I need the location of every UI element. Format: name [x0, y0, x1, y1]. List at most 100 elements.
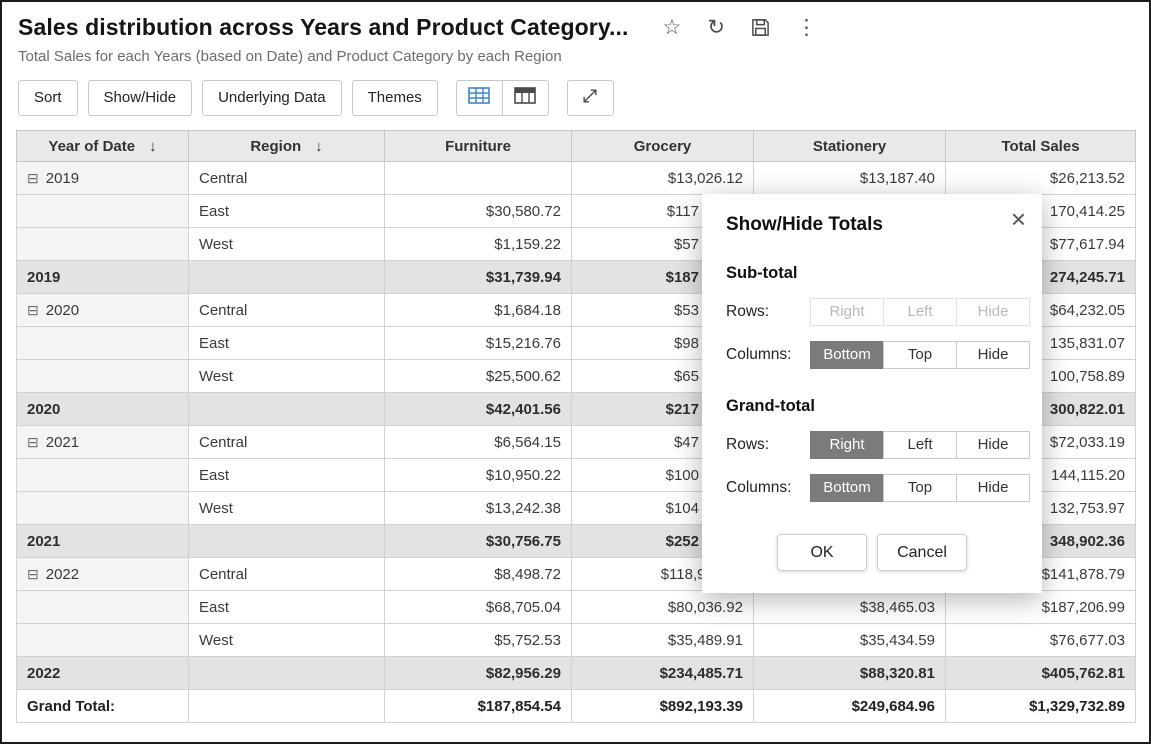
sub-total-columns-top-button[interactable]: Top: [883, 341, 957, 369]
collapse-group-icon[interactable]: ⊟: [27, 170, 39, 186]
cell-furniture[interactable]: $15,216.76: [385, 327, 572, 360]
cell-year[interactable]: 2019: [17, 261, 189, 294]
cell-region[interactable]: East: [189, 591, 385, 624]
sub-total-columns-bottom-button[interactable]: Bottom: [810, 341, 884, 369]
cell-furniture[interactable]: $5,752.53: [385, 624, 572, 657]
cell-region: [189, 393, 385, 426]
more-options-icon[interactable]: ⋮: [796, 17, 817, 38]
cell-year[interactable]: ⊟ 2020: [17, 294, 189, 327]
cell-total-sales[interactable]: $76,677.03: [946, 624, 1136, 657]
cell-region: [189, 525, 385, 558]
cell-stationery[interactable]: $13,187.40: [754, 162, 946, 195]
grand-total-columns-hide-button[interactable]: Hide: [956, 474, 1030, 502]
cell-year[interactable]: Grand Total:: [17, 690, 189, 723]
cell-stationery[interactable]: $35,434.59: [754, 624, 946, 657]
sort-desc-icon[interactable]: ↓: [149, 138, 157, 155]
cell-year[interactable]: ⊟2021: [17, 426, 189, 459]
cell-region[interactable]: Central: [189, 558, 385, 591]
grand-total-columns-bottom-button[interactable]: Bottom: [810, 474, 884, 502]
grand-total-rows-right-button[interactable]: Right: [810, 431, 884, 459]
cell-furniture[interactable]: $6,564.15: [385, 426, 572, 459]
cell-region[interactable]: Central: [189, 162, 385, 195]
cell-year: [17, 591, 189, 624]
column-header-grocery[interactable]: Grocery: [572, 131, 754, 162]
cell-region[interactable]: West: [189, 624, 385, 657]
cell-region[interactable]: East: [189, 459, 385, 492]
sub-total-columns-hide-button[interactable]: Hide: [956, 341, 1030, 369]
cell-furniture[interactable]: $13,242.38: [385, 492, 572, 525]
cell-furniture[interactable]: $187,854.54: [385, 690, 572, 723]
underlying-data-button[interactable]: Underlying Data: [202, 80, 342, 116]
cell-year[interactable]: 2020: [17, 393, 189, 426]
cell-stationery[interactable]: $88,320.81: [754, 657, 946, 690]
cell-furniture[interactable]: $82,956.29: [385, 657, 572, 690]
cell-region[interactable]: East: [189, 327, 385, 360]
grand-total-columns-top-button[interactable]: Top: [883, 474, 957, 502]
cell-total-sales[interactable]: $26,213.52: [946, 162, 1136, 195]
column-header-furniture[interactable]: Furniture: [385, 131, 572, 162]
cell-total-sales[interactable]: $187,206.99: [946, 591, 1136, 624]
close-icon[interactable]: ×: [1011, 206, 1026, 232]
toolbar: Sort Show/Hide Underlying Data Themes: [18, 80, 1133, 116]
cell-furniture[interactable]: $31,739.94: [385, 261, 572, 294]
collapse-all-button[interactable]: [567, 80, 614, 116]
grid-view-button[interactable]: [456, 80, 503, 116]
sub-total-rows-right-button: Right: [810, 298, 884, 326]
grand-total-rows-left-button[interactable]: Left: [883, 431, 957, 459]
collapse-group-icon[interactable]: ⊟: [27, 434, 39, 450]
cell-furniture[interactable]: $1,159.22: [385, 228, 572, 261]
control-label: Rows:: [726, 436, 810, 454]
cell-furniture[interactable]: $68,705.04: [385, 591, 572, 624]
column-label: Stationery: [813, 138, 886, 155]
column-header-total-sales[interactable]: Total Sales: [946, 131, 1136, 162]
refresh-icon[interactable]: ↻: [707, 17, 725, 38]
sub-total-rows-left-button: Left: [883, 298, 957, 326]
cell-furniture[interactable]: $42,401.56: [385, 393, 572, 426]
year-label: 2020: [46, 302, 79, 319]
cell-year[interactable]: ⊟2022: [17, 558, 189, 591]
column-label: Region: [250, 138, 301, 155]
cell-furniture[interactable]: $1,684.18: [385, 294, 572, 327]
cell-region[interactable]: Central: [189, 294, 385, 327]
ok-button[interactable]: OK: [777, 534, 867, 571]
page-title: Sales distribution across Years and Prod…: [18, 14, 629, 41]
cell-total-sales[interactable]: $1,329,732.89: [946, 690, 1136, 723]
cell-total-sales[interactable]: $405,762.81: [946, 657, 1136, 690]
column-header-stationery[interactable]: Stationery: [754, 131, 946, 162]
compact-view-button[interactable]: [502, 80, 549, 116]
cell-stationery[interactable]: $249,684.96: [754, 690, 946, 723]
cell-grocery[interactable]: $80,036.92: [572, 591, 754, 624]
cell-year[interactable]: 2022: [17, 657, 189, 690]
cell-grocery[interactable]: $234,485.71: [572, 657, 754, 690]
cell-region[interactable]: West: [189, 492, 385, 525]
cell-year[interactable]: 2021: [17, 525, 189, 558]
grand-total-rows-hide-button[interactable]: Hide: [956, 431, 1030, 459]
show-hide-button[interactable]: Show/Hide: [88, 80, 193, 116]
collapse-group-icon[interactable]: ⊟: [27, 302, 39, 318]
cell-furniture[interactable]: $8,498.72: [385, 558, 572, 591]
column-header-region[interactable]: Region ↓: [189, 131, 385, 162]
column-header-year-of-date[interactable]: Year of Date↓: [17, 131, 189, 162]
cell-region[interactable]: Central: [189, 426, 385, 459]
cell-year[interactable]: ⊟2019: [17, 162, 189, 195]
cell-grocery[interactable]: $13,026.12: [572, 162, 754, 195]
sort-button[interactable]: Sort: [18, 80, 78, 116]
cancel-button[interactable]: Cancel: [877, 534, 967, 571]
cell-furniture[interactable]: $25,500.62: [385, 360, 572, 393]
cell-region[interactable]: East: [189, 195, 385, 228]
cell-grocery[interactable]: $35,489.91: [572, 624, 754, 657]
cell-grocery[interactable]: $892,193.39: [572, 690, 754, 723]
cell-furniture[interactable]: $10,950.22: [385, 459, 572, 492]
cell-region[interactable]: West: [189, 228, 385, 261]
cell-furniture[interactable]: $30,580.72: [385, 195, 572, 228]
cell-furniture[interactable]: $30,756.75: [385, 525, 572, 558]
grandtotal-row: Grand Total: $187,854.54$892,193.39$249,6…: [17, 690, 1136, 723]
cell-stationery[interactable]: $38,465.03: [754, 591, 946, 624]
cell-region: [189, 690, 385, 723]
cell-region[interactable]: West: [189, 360, 385, 393]
favorite-star-icon[interactable]: ☆: [663, 17, 682, 38]
save-icon[interactable]: [751, 18, 770, 37]
themes-button[interactable]: Themes: [352, 80, 438, 116]
sort-desc-icon[interactable]: ↓: [315, 138, 323, 155]
collapse-group-icon[interactable]: ⊟: [27, 566, 39, 582]
